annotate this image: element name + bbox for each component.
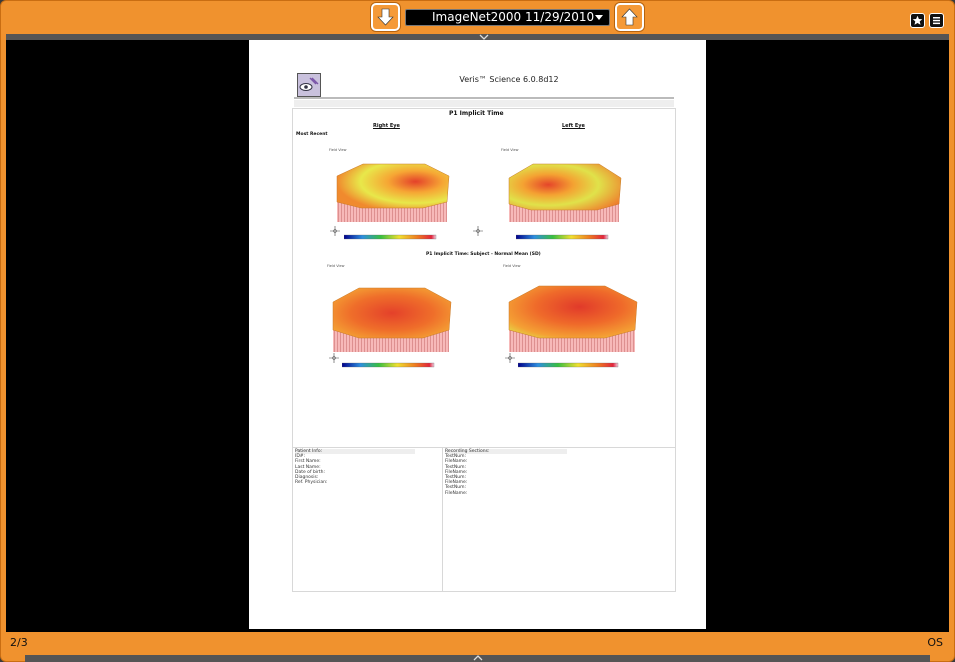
color-scale-bar bbox=[344, 234, 437, 240]
study-selector[interactable]: ImageNet2000 11/29/2010 bbox=[405, 9, 610, 26]
plot-caption: Field View bbox=[503, 264, 521, 268]
software-version: Veris™ Science 6.0.8d12 bbox=[459, 75, 559, 84]
header-band bbox=[294, 100, 674, 107]
right-eye-difference-plot bbox=[332, 287, 452, 352]
plot-caption: Field View bbox=[501, 148, 519, 152]
plot-caption: Field View bbox=[327, 264, 345, 268]
patient-field: Ref. Physician: bbox=[295, 480, 328, 486]
section-title: P1 Implicit Time bbox=[449, 110, 504, 117]
recording-field: FileName: bbox=[445, 490, 468, 496]
color-scale-bar bbox=[518, 362, 619, 368]
recording-info: Recording Sections: TestNum: FileName: T… bbox=[445, 449, 567, 496]
right-eye-label: Right Eye bbox=[373, 123, 400, 129]
crosshair-icon bbox=[505, 353, 515, 363]
star-icon bbox=[912, 15, 923, 25]
eye-logo-icon bbox=[299, 77, 319, 91]
difference-title: P1 Implicit Time: Subject - Normal Mean … bbox=[426, 252, 541, 257]
arrow-up-icon bbox=[621, 8, 638, 26]
top-toolbar: ImageNet2000 11/29/2010 bbox=[0, 0, 955, 34]
report-page: Veris™ Science 6.0.8d12 P1 Implicit Time… bbox=[249, 40, 706, 629]
right-eye-3d-plot bbox=[336, 163, 450, 222]
document-viewer[interactable]: Veris™ Science 6.0.8d12 P1 Implicit Time… bbox=[6, 40, 949, 632]
eye-indicator: OS bbox=[927, 636, 943, 649]
left-eye-3d-plot bbox=[508, 163, 622, 222]
veris-logo bbox=[297, 73, 321, 97]
color-scale-bar bbox=[342, 362, 435, 368]
patient-info: Patient Info: ID#: First Name: Last Name… bbox=[295, 449, 415, 485]
header-rule bbox=[294, 97, 674, 99]
plot-caption: Field View bbox=[329, 148, 347, 152]
crosshair-icon bbox=[329, 353, 339, 363]
previous-study-button[interactable] bbox=[371, 3, 400, 31]
next-study-button[interactable] bbox=[615, 3, 644, 31]
chevron-down-icon bbox=[595, 15, 603, 20]
expand-bottom-handle[interactable] bbox=[25, 655, 930, 662]
most-recent-label: Most Recent bbox=[296, 132, 328, 137]
menu-icon bbox=[933, 17, 940, 25]
crosshair-icon bbox=[330, 226, 340, 236]
study-selector-label: ImageNet2000 11/29/2010 bbox=[432, 10, 595, 24]
crosshair-icon bbox=[473, 226, 483, 236]
menu-button[interactable] bbox=[929, 13, 944, 28]
chevron-up-icon bbox=[473, 655, 483, 661]
bottom-status-bar: 2/3 OS bbox=[0, 632, 955, 654]
left-eye-label: Left Eye bbox=[562, 123, 585, 129]
left-eye-difference-plot bbox=[508, 285, 638, 352]
arrow-down-icon bbox=[377, 8, 394, 26]
page-indicator: 2/3 bbox=[10, 636, 28, 649]
favorite-button[interactable] bbox=[910, 13, 925, 28]
color-scale-bar bbox=[516, 234, 609, 240]
